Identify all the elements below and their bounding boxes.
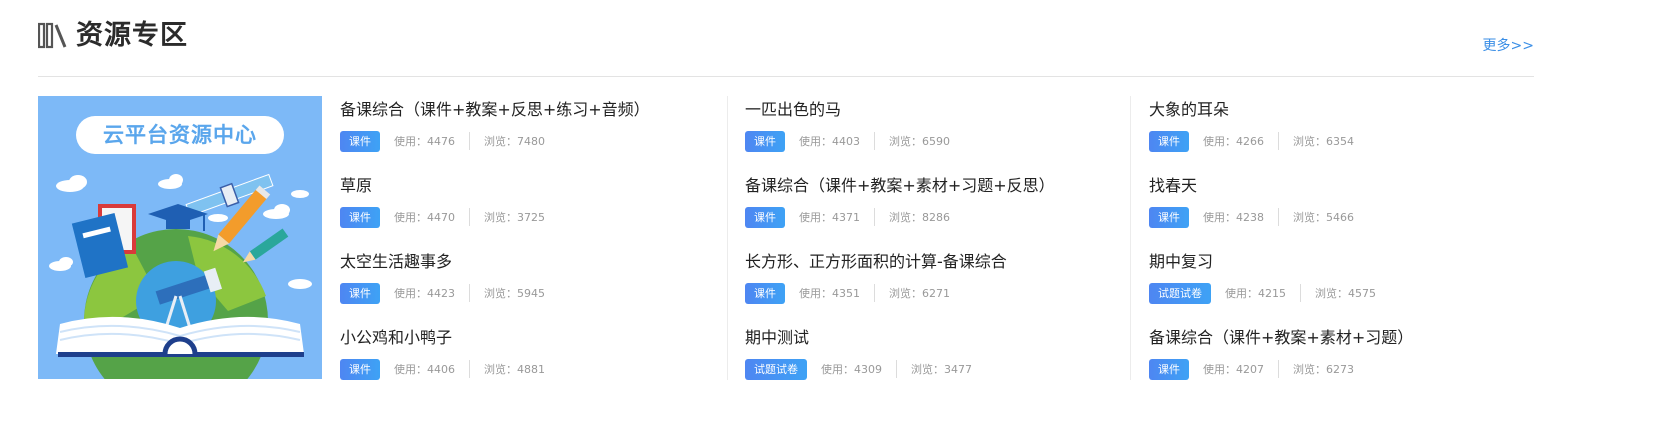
resource-item[interactable]: 备课综合（课件+教案+素材+习题） 课件 使用：4207 浏览：6273 [1149,324,1535,392]
resource-title[interactable]: 大象的耳朵 [1149,99,1229,121]
view-count: 浏览：3477 [911,363,972,376]
view-count: 浏览：5466 [1293,211,1354,224]
resource-item[interactable]: 长方形、正方形面积的计算-备课综合 课件 使用：4351 浏览：6271 [745,248,1129,316]
view-count: 浏览：8286 [889,211,950,224]
meta-separator [469,284,470,302]
meta-separator [896,360,897,378]
type-badge[interactable]: 课件 [1149,206,1189,228]
resource-item[interactable]: 太空生活趣事多 课件 使用：4423 浏览：5945 [340,248,726,316]
resource-title[interactable]: 一匹出色的马 [745,99,841,121]
use-count: 使用：4371 [799,211,860,224]
resource-title[interactable]: 期中测试 [745,327,809,349]
resource-item[interactable]: 期中复习试题试卷 使用：4215 浏览：4575 [1149,248,1535,316]
view-count: 浏览：7480 [484,135,545,148]
meta-separator [874,132,875,150]
meta-separator [469,360,470,378]
resource-item[interactable]: 草原课件 使用：4470 浏览：3725 [340,172,726,240]
resource-meta: 课件 使用：4371 浏览：8286 [745,206,950,228]
use-count: 使用：4403 [799,135,860,148]
meta-separator [874,208,875,226]
meta-separator [1278,208,1279,226]
resource-column-1: 备课综合（课件+教案+反思+练习+音频） 课件 使用：4476 浏览：7480 草原 课件… [340,96,726,380]
resource-item[interactable]: 一匹出色的马 课件 使用：4403 浏览：6590 [745,96,1129,164]
resource-column-3: 大象的耳朵 课件 使用：4266 浏览：6354 找春天 课件 使用：4238 浏览：5466… [1149,96,1535,380]
meta-separator [469,208,470,226]
use-count: 使用：4476 [394,135,455,148]
resource-meta: 课件 使用：4266 浏览：6354 [1149,130,1354,152]
use-count: 使用：4266 [1203,135,1264,148]
meta-separator [1278,132,1279,150]
type-badge[interactable]: 课件 [340,358,380,380]
use-count: 使用：4309 [821,363,882,376]
use-count: 使用：4423 [394,287,455,300]
type-badge[interactable]: 课件 [340,206,380,228]
resource-meta: 课件 使用：4207 浏览：6273 [1149,358,1354,380]
meta-separator [1300,284,1301,302]
use-count: 使用：4215 [1225,287,1286,300]
view-count: 浏览：4575 [1315,287,1376,300]
resource-title[interactable]: 长方形、正方形面积的计算-备课综合 [745,251,1007,273]
resource-column-2: 一匹出色的马 课件 使用：4403 浏览：6590 备课综合（课件+教案+素材+习题+反… [745,96,1129,380]
type-badge[interactable]: 课件 [745,130,785,152]
resource-title[interactable]: 备课综合（课件+教案+反思+练习+音频） [340,99,650,121]
resource-meta: 课件 使用：4406 浏览：4881 [340,358,545,380]
type-badge[interactable]: 课件 [340,282,380,304]
type-badge[interactable]: 课件 [1149,130,1189,152]
resource-title[interactable]: 找春天 [1149,175,1197,197]
resource-item[interactable]: 大象的耳朵课件 使用：4266 浏览：6354 [1149,96,1535,164]
resource-meta: 课件 使用：4351 浏览：6271 [745,282,950,304]
view-count: 浏览：6273 [1293,363,1354,376]
resource-title[interactable]: 备课综合（课件+教案+素材+习题+反思） [745,175,1055,197]
type-badge[interactable]: 课件 [745,206,785,228]
view-count: 浏览：6354 [1293,135,1354,148]
resource-banner[interactable]: 云平台资源中心 [38,96,322,379]
resource-item[interactable]: 找春天课件 使用：4238 浏览：5466 [1149,172,1535,240]
resource-title[interactable]: 太空生活趣事多 [340,251,452,273]
meta-separator [469,132,470,150]
type-badge[interactable]: 试题试卷 [1149,282,1211,304]
section-title: 资源专区 [76,20,188,51]
resource-item[interactable]: 备课综合（课件+教案+素材+习题+反思） 课件 使用：4371 浏览：8286 [745,172,1129,240]
type-badge[interactable]: 课件 [340,130,380,152]
view-count: 浏览：5945 [484,287,545,300]
column-divider [727,96,728,380]
resource-title[interactable]: 备课综合（课件+教案+素材+习题） [1149,327,1413,349]
resource-meta: 试题试卷 使用：4309 浏览：3477 [745,358,972,380]
banner-title: 云平台资源中心 [103,123,257,147]
resource-title[interactable]: 草原 [340,175,372,197]
type-badge[interactable]: 课件 [745,282,785,304]
view-count: 浏览：6271 [889,287,950,300]
resource-meta: 课件 使用：4403 浏览：6590 [745,130,950,152]
view-count: 浏览：6590 [889,135,950,148]
use-count: 使用：4351 [799,287,860,300]
resource-meta: 试题试卷 使用：4215 浏览：4575 [1149,282,1376,304]
type-badge[interactable]: 课件 [1149,358,1189,380]
view-count: 浏览：3725 [484,211,545,224]
use-count: 使用：4470 [394,211,455,224]
resource-title[interactable]: 期中复习 [1149,251,1213,273]
books-icon [38,22,67,49]
type-badge[interactable]: 试题试卷 [745,358,807,380]
more-link[interactable]: 更多>> [1483,36,1534,56]
meta-separator [874,284,875,302]
resource-item[interactable]: 期中测试试题试卷 使用：4309 浏览：3477 [745,324,1129,392]
resource-item[interactable]: 备课综合（课件+教案+反思+练习+音频） 课件 使用：4476 浏览：7480 [340,96,726,164]
column-divider [1130,96,1131,380]
resource-meta: 课件 使用：4238 浏览：5466 [1149,206,1354,228]
resource-title[interactable]: 小公鸡和小鸭子 [340,327,452,349]
resource-meta: 课件 使用：4470 浏览：3725 [340,206,545,228]
use-count: 使用：4406 [394,363,455,376]
section-header: 资源专区 更多>> [38,14,1534,77]
use-count: 使用：4207 [1203,363,1264,376]
use-count: 使用：4238 [1203,211,1264,224]
resource-meta: 课件 使用：4423 浏览：5945 [340,282,545,304]
resource-meta: 课件 使用：4476 浏览：7480 [340,130,545,152]
resource-item[interactable]: 小公鸡和小鸭子 课件 使用：4406 浏览：4881 [340,324,726,392]
meta-separator [1278,360,1279,378]
view-count: 浏览：4881 [484,363,545,376]
